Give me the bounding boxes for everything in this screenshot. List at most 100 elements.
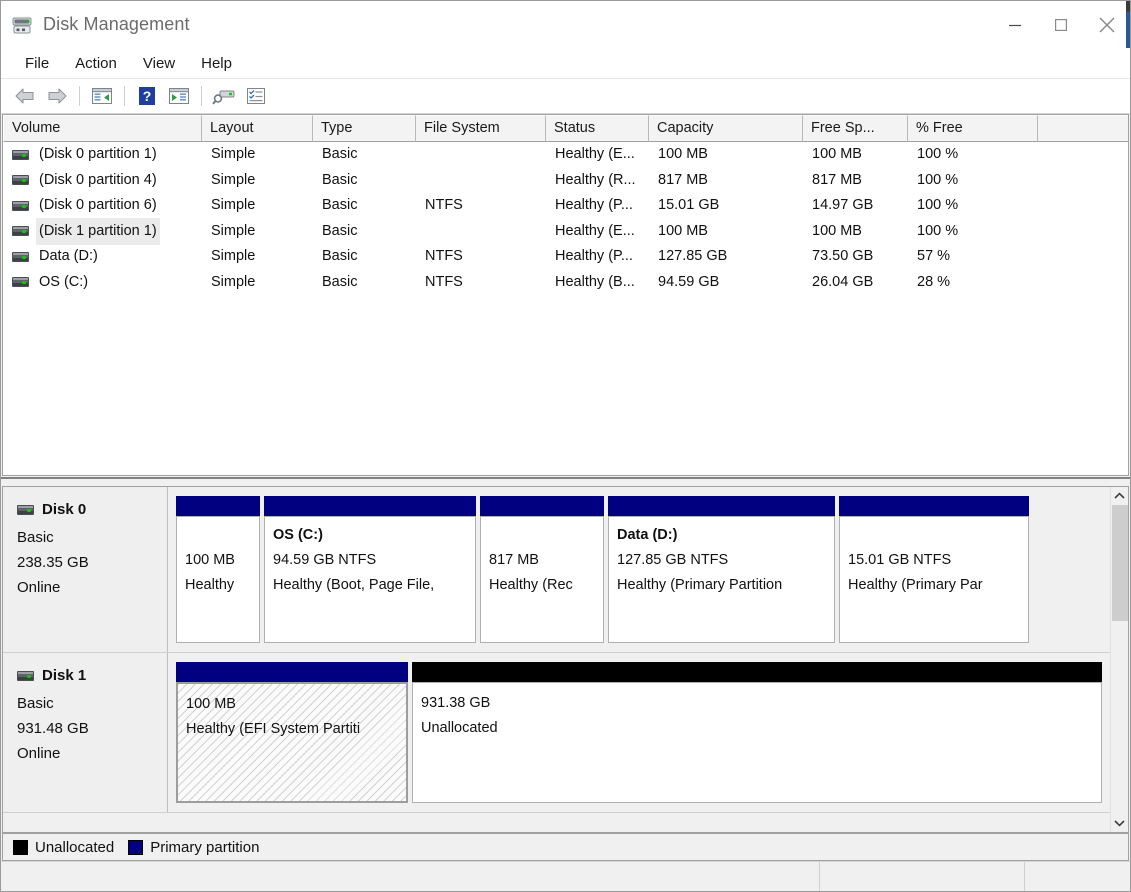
- partition-size: 100 MB: [186, 696, 236, 712]
- table-row[interactable]: (Disk 1 partition 1) Simple Basic Healthy (…: [3, 217, 1128, 245]
- disk-info[interactable]: Disk 1 Basic 931.48 GB Online: [3, 653, 168, 812]
- cell-type: Basic: [322, 146, 358, 163]
- disk-name: Disk 0: [42, 501, 87, 518]
- partition-block[interactable]: 100 MB Healthy (EFI System Partiti: [176, 662, 408, 803]
- disk-type: Basic: [17, 695, 54, 712]
- volume-list-rows: (Disk 0 partition 1) Simple Basic Healthy (…: [3, 142, 1128, 475]
- column-header-free[interactable]: % Free: [908, 115, 1038, 142]
- cell-status: Healthy (E...: [555, 146, 635, 163]
- cell-type: Basic: [322, 222, 358, 239]
- svg-text:?: ?: [143, 88, 152, 104]
- title-bar: Disk Management: [1, 1, 1130, 48]
- partition-size: 100 MB: [185, 552, 235, 568]
- minimize-button[interactable]: [992, 1, 1038, 48]
- partition-color-bar: [264, 496, 476, 516]
- cell-capacity: 100 MB: [658, 222, 708, 239]
- partition-color-bar: [608, 496, 835, 516]
- table-row[interactable]: (Disk 0 partition 4) Simple Basic Healthy (…: [3, 168, 1128, 194]
- column-header-volume[interactable]: Volume: [3, 115, 202, 142]
- partition-status: Healthy (Primary Par: [848, 577, 983, 593]
- cell-capacity: 100 MB: [658, 146, 708, 163]
- partition-color-bar: [839, 496, 1029, 516]
- disk-title: Disk 1: [17, 667, 167, 684]
- cell-volume: Data (D:): [3, 243, 202, 270]
- cell-volume: (Disk 0 partition 4): [3, 167, 202, 194]
- disk-size: 931.48 GB: [17, 720, 89, 737]
- graphical-view-scrollbar[interactable]: [1110, 487, 1128, 832]
- close-button[interactable]: [1084, 1, 1130, 48]
- column-header-status[interactable]: Status: [546, 115, 649, 142]
- cell-fs: NTFS: [425, 248, 463, 265]
- partition-details: 931.38 GB Unallocated: [412, 682, 1102, 803]
- cell-type: Basic: [322, 273, 358, 290]
- cell-layout: Simple: [211, 222, 256, 239]
- rescan-disks-icon[interactable]: [209, 82, 239, 110]
- volume-drive-icon: [12, 226, 29, 237]
- cell-pctfree: 100 %: [917, 222, 959, 239]
- menu-file[interactable]: File: [13, 52, 61, 75]
- table-row[interactable]: OS (C:) Simple Basic NTFS Healthy (B... 94.59…: [3, 270, 1128, 296]
- status-pane-2: [820, 862, 1025, 891]
- partition-status: Healthy: [185, 577, 235, 593]
- partition-block[interactable]: 15.01 GB NTFS Healthy (Primary Par: [839, 496, 1029, 643]
- show-hide-action-pane-icon[interactable]: [164, 82, 194, 110]
- volume-drive-icon: [12, 149, 29, 160]
- cell-pctfree: 28 %: [917, 273, 951, 290]
- maximize-button[interactable]: [1038, 1, 1084, 48]
- disk-state: Online: [17, 745, 61, 762]
- partition-block[interactable]: 100 MB Healthy: [176, 496, 260, 643]
- partition-block[interactable]: 931.38 GB Unallocated: [412, 662, 1102, 803]
- disk-partitions: 100 MB Healthy (EFI System Partiti 931.38 …: [168, 653, 1110, 812]
- table-row[interactable]: (Disk 0 partition 6) Simple Basic NTFS Healt…: [3, 193, 1128, 219]
- partition-details: 15.01 GB NTFS Healthy (Primary Par: [839, 516, 1029, 643]
- column-header-capacity[interactable]: Capacity: [649, 115, 803, 142]
- cell-status: Healthy (P...: [555, 197, 633, 214]
- disk-info[interactable]: Disk 0 Basic 238.35 GB Online: [3, 487, 168, 652]
- partition-block[interactable]: Data (D:) 127.85 GB NTFS Healthy (Primary …: [608, 496, 835, 643]
- pane-splitter[interactable]: [1, 476, 1130, 486]
- disk-name: Disk 1: [42, 667, 87, 684]
- help-icon[interactable]: ?: [132, 82, 162, 110]
- volume-name: Data (D:): [39, 248, 98, 265]
- partition-label-spacer: [489, 523, 596, 548]
- back-icon[interactable]: [10, 82, 40, 110]
- partition-block[interactable]: OS (C:) 94.59 GB NTFS Healthy (Boot, Page …: [264, 496, 476, 643]
- scrollbar-thumb[interactable]: [1111, 505, 1128, 621]
- disk-title: Disk 0: [17, 501, 167, 518]
- partition-label: OS (C:): [273, 527, 323, 543]
- menu-help[interactable]: Help: [189, 52, 244, 75]
- legend-label: Primary partition: [150, 838, 260, 856]
- scroll-down-button[interactable]: [1111, 814, 1129, 832]
- show-hide-console-tree-icon[interactable]: [87, 82, 117, 110]
- column-header-layout[interactable]: Layout: [202, 115, 313, 142]
- cell-free: 100 MB: [812, 146, 862, 163]
- partition-color-bar: [176, 496, 260, 516]
- cell-free: 73.50 GB: [812, 248, 874, 265]
- column-header-free-sp[interactable]: Free Sp...: [803, 115, 908, 142]
- partition-label: Data (D:): [617, 527, 678, 543]
- scroll-up-button[interactable]: [1111, 487, 1129, 505]
- column-header-file-system[interactable]: File System: [416, 115, 546, 142]
- cell-layout: Simple: [211, 197, 256, 214]
- partition-block[interactable]: 817 MB Healthy (Rec: [480, 496, 604, 643]
- scrollbar-track[interactable]: [1111, 505, 1129, 814]
- cell-free: 26.04 GB: [812, 273, 874, 290]
- status-bar: [1, 861, 1130, 891]
- properties-icon[interactable]: [241, 82, 271, 110]
- cell-status: Healthy (E...: [555, 222, 635, 239]
- cell-pctfree: 100 %: [917, 171, 959, 188]
- partition-status: Healthy (Primary Partition: [617, 577, 783, 593]
- table-row[interactable]: Data (D:) Simple Basic NTFS Healthy (P... 127…: [3, 244, 1128, 270]
- cell-layout: Simple: [211, 171, 256, 188]
- partition-color-bar: [176, 662, 408, 682]
- table-row[interactable]: (Disk 0 partition 1) Simple Basic Healthy (…: [3, 142, 1128, 168]
- volume-drive-icon: [12, 175, 29, 186]
- menu-action[interactable]: Action: [63, 52, 129, 75]
- cell-volume: (Disk 1 partition 1): [3, 217, 202, 245]
- cell-capacity: 127.85 GB: [658, 248, 728, 265]
- legend-swatch: [128, 839, 144, 855]
- forward-icon[interactable]: [42, 82, 72, 110]
- column-header-type[interactable]: Type: [313, 115, 416, 142]
- menu-view[interactable]: View: [131, 52, 187, 75]
- toolbar-separator: [79, 86, 80, 106]
